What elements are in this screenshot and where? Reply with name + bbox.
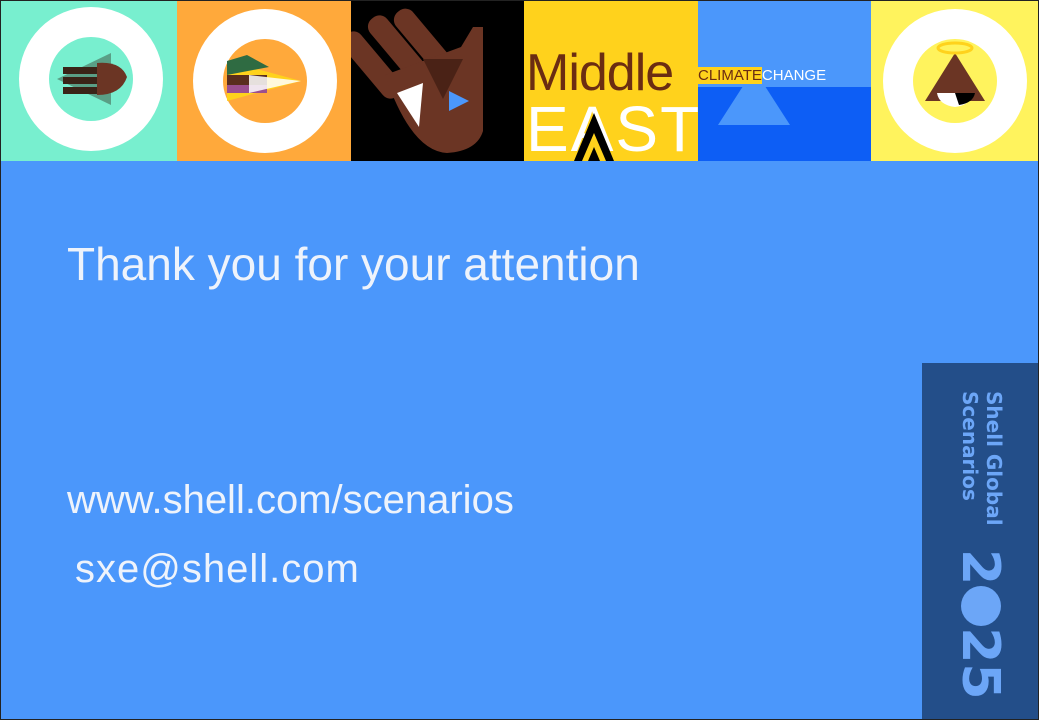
- slide: EAST Middle CLIMATECHANGE Thank you for …: [0, 0, 1039, 720]
- middle-east-tile: EAST Middle: [524, 1, 698, 161]
- image-banner: EAST Middle CLIMATECHANGE: [1, 1, 1038, 161]
- climate-change-tile: CLIMATECHANGE: [698, 1, 871, 161]
- slide-title: Thank you for your attention: [67, 238, 640, 290]
- brand-line-1: Shell Global: [982, 391, 1006, 526]
- climate-change-text: CLIMATECHANGE: [698, 67, 871, 84]
- landscape-tile: [177, 1, 351, 161]
- landscape-icon: [193, 9, 337, 153]
- pyramid-icon: [574, 113, 614, 161]
- handshake-icon: [19, 7, 163, 151]
- change-word: CHANGE: [761, 67, 827, 84]
- year-dot-icon: [961, 586, 1001, 627]
- halo-figure-tile: [871, 1, 1038, 161]
- brand-year: 2 25: [946, 549, 1014, 700]
- raised-hand-tile: [351, 1, 524, 161]
- email-link[interactable]: sxe@shell.com: [75, 547, 360, 592]
- brand-rotated-group: Shell Global Scenarios 2 25: [942, 391, 1018, 700]
- website-link[interactable]: www.shell.com/scenarios: [67, 478, 514, 523]
- brand-name: Shell Global Scenarios: [958, 391, 1018, 561]
- year-prefix: 2: [950, 549, 1010, 586]
- year-suffix: 25: [950, 627, 1010, 700]
- raised-hand-icon: [351, 8, 483, 153]
- brand-line-2: Scenarios: [958, 391, 982, 501]
- halo-figure-icon: [883, 9, 1027, 153]
- brand-panel: Shell Global Scenarios 2 25: [922, 363, 1038, 719]
- climate-word: CLIMATE: [698, 67, 762, 84]
- hands-tile: [1, 1, 177, 161]
